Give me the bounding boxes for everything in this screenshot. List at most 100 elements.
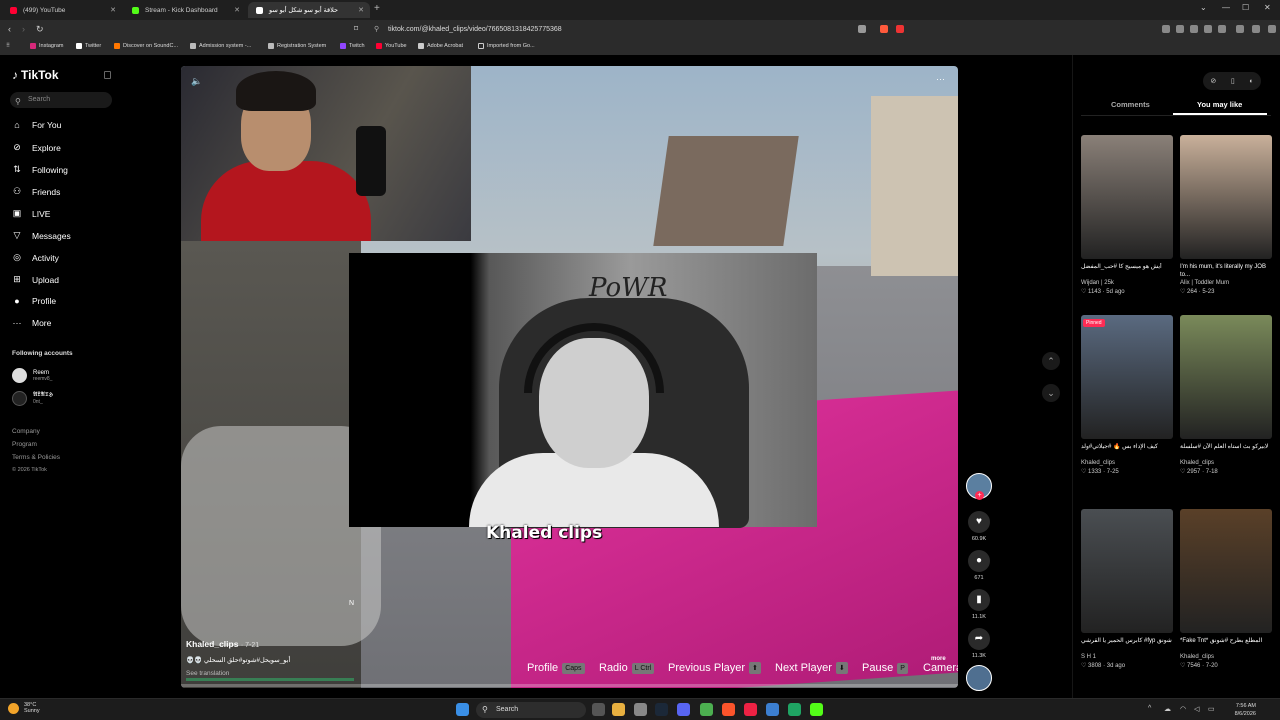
system-clock[interactable]: 7:56 AM 8/6/2026 <box>1235 702 1256 718</box>
video-progress-bar[interactable] <box>181 684 958 687</box>
recommended-video-card[interactable]: لابيركو بث استاه العلم الآن #سلسلة Khaled… <box>1180 315 1272 475</box>
weather-widget[interactable]: 38°C Sunny <box>8 702 40 714</box>
comment-icon[interactable]: ● <box>968 550 990 572</box>
nav-explore[interactable]: ⊘ Explore <box>12 142 61 153</box>
nav-profile[interactable]: ● Profile <box>12 296 56 306</box>
tab-kick[interactable]: Stream - Kick Dashboard ✕ <box>124 2 246 18</box>
card-author[interactable]: Khaled_clips <box>1180 460 1272 466</box>
file-explorer-icon[interactable] <box>612 703 625 716</box>
discord-icon[interactable] <box>677 703 690 716</box>
bookmark-twitch[interactable]: Twitch <box>340 43 365 49</box>
music-icon[interactable] <box>1190 25 1198 33</box>
video-thumbnail[interactable] <box>1081 135 1173 259</box>
recommended-video-card[interactable]: I'm his mum, it's literally my JOB to...… <box>1180 135 1272 295</box>
more-link[interactable]: more <box>931 656 946 662</box>
steam-icon[interactable] <box>655 703 668 716</box>
app-icon[interactable] <box>788 703 801 716</box>
kick-icon[interactable] <box>810 703 823 716</box>
maximize-button[interactable]: ☐ <box>1242 3 1249 12</box>
footer-company[interactable]: Company <box>12 428 40 435</box>
bookmark-icon[interactable]: ▯ <box>1231 77 1235 85</box>
video-player[interactable]: PoWR Khaled clips 🔈 ··· N Khaled_clips ·… <box>181 66 958 688</box>
like-icon[interactable]: ♥ <box>968 511 990 533</box>
wallet-icon[interactable] <box>1218 25 1226 33</box>
video-thumbnail[interactable] <box>1180 315 1272 439</box>
sidebar-toggle-icon[interactable] <box>1204 25 1212 33</box>
report-icon[interactable]: ⊘ <box>1210 77 1216 85</box>
next-video-button[interactable]: ⌄ <box>1042 384 1060 402</box>
tab-youtube[interactable]: (499) YouTube ✕ <box>2 2 122 18</box>
extension-icon[interactable] <box>1176 25 1184 33</box>
extension-icon[interactable] <box>1162 25 1170 33</box>
back-icon[interactable]: ‹ <box>8 24 11 34</box>
volume-icon[interactable]: ◁ <box>1194 705 1199 713</box>
sound-avatar[interactable] <box>966 665 992 691</box>
share-icon[interactable]: ➦ <box>968 628 990 650</box>
collapse-sidebar-icon[interactable] <box>104 71 111 79</box>
bookmark-soundcloud[interactable]: Discover on SoundC... <box>114 43 178 49</box>
volume-icon[interactable]: 🔈 <box>191 76 202 87</box>
nav-live[interactable]: ▣ LIVE <box>12 208 51 219</box>
recommended-video-card[interactable]: أيش هو ميسيج كا #حب_المفضل Wijdan | 25k ♡ … <box>1081 135 1173 295</box>
menu-icon[interactable] <box>1268 25 1276 33</box>
tiktok-logo[interactable]: ♪ TikTok <box>12 68 59 82</box>
card-author[interactable]: Khaled_clips <box>1081 460 1173 466</box>
previous-video-button[interactable]: ⌃ <box>1042 352 1060 370</box>
network-icon[interactable]: ☁ <box>1164 705 1171 713</box>
video-creator[interactable]: Khaled_clips · 7-21 <box>186 639 259 649</box>
close-window-button[interactable]: ✕ <box>1264 3 1271 12</box>
see-translation-link[interactable]: See translation <box>186 670 229 677</box>
search-input[interactable]: ⚲ Search <box>10 92 112 108</box>
nav-following[interactable]: ⇅ Following <box>12 164 68 175</box>
nav-activity[interactable]: ◎ Activity <box>12 252 59 263</box>
profile-icon[interactable] <box>1252 25 1260 33</box>
more-options-icon[interactable]: ··· <box>936 74 945 84</box>
card-author[interactable]: Alix | Toddler Mum <box>1180 280 1272 286</box>
bookmark-icon[interactable]: ⌑ <box>354 24 358 33</box>
bookmark-admission[interactable]: Admission system -... <box>190 43 251 49</box>
video-thumbnail[interactable] <box>1180 509 1272 633</box>
nav-friends[interactable]: ⚇ Friends <box>12 186 60 197</box>
card-author[interactable]: Wijdan | 25k <box>1081 280 1173 286</box>
cast-icon[interactable] <box>858 25 866 33</box>
brave-icon[interactable] <box>722 703 735 716</box>
reload-icon[interactable]: ↻ <box>36 24 44 35</box>
bookmark-twitter[interactable]: Twitter <box>76 43 101 49</box>
close-icon[interactable]: ◐ <box>1249 78 1253 85</box>
card-title[interactable]: كيف الإداء بس 🔥 #جيلاتي#ولد <box>1081 443 1173 459</box>
nav-upload[interactable]: ⊞ Upload <box>12 274 59 285</box>
taskbar-search[interactable]: ⚲ Search <box>476 702 586 718</box>
tab-tiktok[interactable]: حلاقة أبو سو شكل أبو سو ✕ <box>248 2 370 18</box>
chevron-down-icon[interactable]: ⌄ <box>1200 3 1207 12</box>
task-view-icon[interactable] <box>592 703 605 716</box>
follow-plus-icon[interactable]: + <box>975 491 984 500</box>
card-author[interactable]: Khaled_clips <box>1180 654 1272 660</box>
nav-messages[interactable]: ▽ Messages <box>12 230 71 241</box>
close-icon[interactable]: ✕ <box>110 6 116 14</box>
bookmark-registration[interactable]: Registration System <box>268 43 326 49</box>
chrome-icon[interactable] <box>700 703 713 716</box>
card-title[interactable]: كابرس الحمير يا القرشي #fyp شونق <box>1081 637 1173 653</box>
minimize-button[interactable]: — <box>1222 3 1230 12</box>
app-icon[interactable] <box>744 703 757 716</box>
recommended-video-card[interactable]: كابرس الحمير يا القرشي #fyp شونق S H 1 ♡ 3… <box>1081 509 1173 669</box>
bookmark-instagram[interactable]: Instagram <box>30 43 63 49</box>
close-icon[interactable]: ✕ <box>234 6 240 14</box>
extension-icon[interactable] <box>1236 25 1244 33</box>
bookmark-acrobat[interactable]: Adobe Acrobat <box>418 43 463 49</box>
brave-rewards-icon[interactable] <box>896 25 904 33</box>
recommended-video-card[interactable]: *Fake Tnt* المطلع بطرح #شونق Khaled_clips… <box>1180 509 1272 669</box>
close-icon[interactable]: ✕ <box>358 6 364 14</box>
windows-start-icon[interactable] <box>456 703 469 716</box>
brave-shield-icon[interactable] <box>880 25 888 33</box>
nav-for-you[interactable]: ⌂ For You <box>12 120 61 130</box>
recommended-video-card[interactable]: Pinned كيف الإداء بس 🔥 #جيلاتي#ولد Khaled_… <box>1081 315 1173 475</box>
account-reem[interactable]: Reem reemv8_ <box>12 368 52 383</box>
app-icon[interactable] <box>766 703 779 716</box>
card-title[interactable]: لابيركو بث استاه العلم الآن #سلسلة <box>1180 443 1272 459</box>
site-info-icon[interactable]: ⚲ <box>374 23 379 37</box>
video-thumbnail[interactable]: Pinned <box>1081 315 1173 439</box>
card-title[interactable]: أيش هو ميسيج كا #حب_المفضل <box>1081 263 1173 279</box>
save-icon[interactable]: ▮ <box>968 589 990 611</box>
bookmark-imported[interactable]: Imported from Go... <box>478 43 535 49</box>
